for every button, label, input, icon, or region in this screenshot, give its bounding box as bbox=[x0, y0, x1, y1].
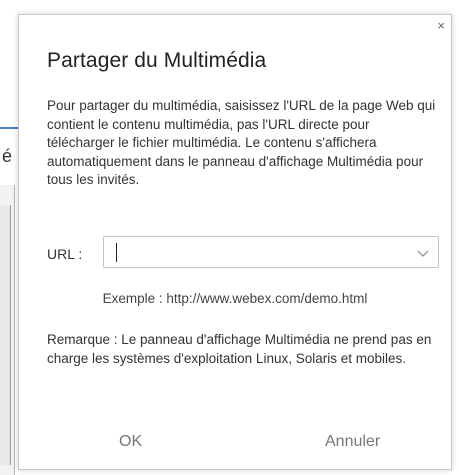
url-label: URL : bbox=[47, 246, 83, 262]
dialog-description: Pour partager du multimédia, saisissez l… bbox=[47, 98, 436, 187]
url-example: Exemple : http://www.webex.com/demo.html bbox=[102, 291, 368, 306]
ok-button[interactable]: OK bbox=[119, 433, 142, 451]
background-partial-text: é bbox=[2, 146, 13, 166]
url-input[interactable] bbox=[103, 236, 439, 268]
close-icon[interactable]: × bbox=[437, 19, 445, 32]
chevron-down-icon[interactable] bbox=[416, 246, 430, 260]
cancel-button[interactable]: Annuler bbox=[325, 433, 380, 451]
dialog-note: Remarque : Le panneau d'affichage Multim… bbox=[47, 332, 432, 366]
text-caret bbox=[116, 243, 117, 262]
background-panel-inner bbox=[0, 205, 11, 465]
background-accent-line bbox=[0, 127, 18, 129]
dialog-title: Partager du Multimédia bbox=[47, 49, 267, 72]
share-media-dialog: × Partager du Multimédia Pour partager d… bbox=[18, 14, 452, 470]
